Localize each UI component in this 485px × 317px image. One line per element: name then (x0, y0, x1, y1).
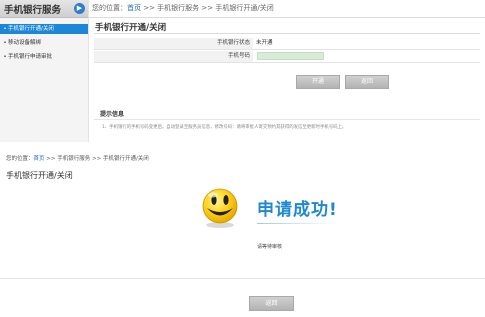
page-title: 手机银行开通/关闭 (6, 171, 73, 180)
pending-message: 请等待审核 (257, 244, 283, 250)
phone-label: 手机号码 (94, 51, 253, 62)
back-button[interactable]: 返回 (345, 75, 389, 89)
breadcrumb-prefix: 您的位置： (92, 4, 127, 12)
tips-text: 1、手机银行的手机号码变更后，自动登录至服务员信息，修改号码：请将审批人寄交预约… (102, 125, 347, 130)
breadcrumb-prefix: 您的位置： (6, 156, 34, 162)
divider (94, 119, 480, 120)
sidebar-item-open-close[interactable]: •手机银行开通/关闭 (0, 24, 88, 34)
form-row-status: 手机银行状态 未开通 (94, 38, 480, 50)
breadcrumb-home-link[interactable]: 首页 (127, 4, 141, 12)
breadcrumb-path: >> 手机银行服务 >> 手机银行开通/关闭 (141, 4, 274, 12)
smiley-face-icon (202, 188, 238, 228)
sidebar-item-approval[interactable]: •手机银行申请审批 (0, 52, 88, 62)
top-panel: 手机银行服务 ▶ •手机银行开通/关闭 •移动设备解绑 •手机银行申请审批 您的… (0, 0, 485, 142)
sidebar: 手机银行服务 ▶ •手机银行开通/关闭 •移动设备解绑 •手机银行申请审批 (0, 0, 89, 142)
breadcrumb: 您的位置：首页 >> 手机银行服务 >> 手机银行开通/关闭 (92, 3, 274, 13)
divider (88, 17, 485, 18)
breadcrumb-home-link[interactable]: 首页 (34, 156, 45, 162)
form-row-phone: 手机号码 (94, 51, 480, 63)
tips-title: 提示信息 (100, 111, 125, 118)
sidebar-item-label: 手机银行申请审批 (8, 54, 53, 60)
return-button[interactable]: 返回 (249, 296, 294, 311)
status-value: 未开通 (256, 40, 273, 46)
success-message: 申请成功! (257, 200, 338, 220)
divider (257, 223, 335, 224)
page-title: 手机银行开通/关闭 (95, 23, 167, 33)
sidebar-item-label: 手机银行开通/关闭 (8, 26, 54, 32)
phone-input[interactable] (257, 52, 324, 60)
sidebar-header: 手机银行服务 ▶ (0, 0, 88, 18)
divider (0, 278, 485, 279)
breadcrumb: 您的位置：首页 >> 手机银行服务 >> 手机银行开通/关闭 (6, 154, 149, 162)
sidebar-item-unbind-device[interactable]: •移动设备解绑 (0, 38, 88, 48)
divider (94, 33, 480, 34)
collapse-arrow-icon[interactable]: ▶ (74, 3, 85, 14)
status-label: 手机银行状态 (94, 38, 253, 49)
sidebar-title: 手机银行服务 (4, 5, 62, 16)
sidebar-item-label: 移动设备解绑 (8, 40, 42, 46)
open-button[interactable]: 开通 (296, 75, 340, 89)
breadcrumb-path: >> 手机银行服务 >> 手机银行开通/关闭 (44, 156, 149, 162)
